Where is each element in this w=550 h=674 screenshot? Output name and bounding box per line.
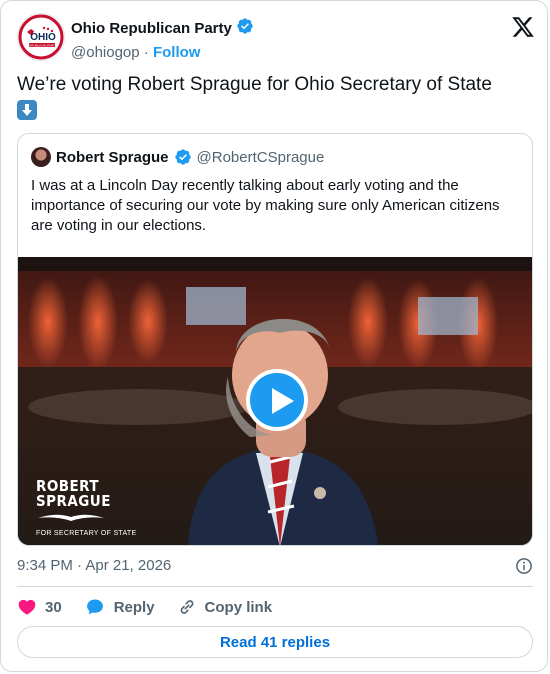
author-name[interactable]: Ohio Republican Party bbox=[71, 19, 232, 39]
quoted-author-name[interactable]: Robert Sprague bbox=[56, 149, 169, 166]
author-handle[interactable]: @ohiogop bbox=[71, 44, 140, 61]
like-count: 30 bbox=[45, 598, 62, 616]
video-player[interactable]: ROBERT SPRAGUE FOR SECRETARY OF STATE bbox=[18, 257, 532, 545]
svg-text:OHIO: OHIO bbox=[30, 32, 56, 43]
video-overlay-logo: ROBERT SPRAGUE FOR SECRETARY OF STATE bbox=[36, 479, 137, 538]
separator-dot: · bbox=[143, 44, 149, 61]
info-icon[interactable] bbox=[515, 557, 533, 575]
divider bbox=[17, 586, 533, 587]
play-button[interactable] bbox=[246, 369, 308, 431]
copy-link-button[interactable]: Copy link bbox=[177, 597, 273, 617]
overlay-title-line-2: SPRAGUE bbox=[36, 492, 111, 510]
author-avatar[interactable]: OHIO REPUBLICAN PARTY bbox=[17, 13, 65, 61]
link-icon bbox=[180, 600, 193, 614]
quoted-author-handle[interactable]: @RobertCSprague bbox=[197, 149, 325, 166]
timestamp-row: 9:34 PM · Apr 21, 2026 bbox=[17, 557, 533, 577]
quoted-author-avatar[interactable] bbox=[31, 147, 51, 167]
post-text-body: We’re voting Robert Sprague for Ohio Sec… bbox=[17, 74, 492, 95]
embedded-post-card: OHIO REPUBLICAN PARTY Ohio Republican Pa… bbox=[0, 0, 548, 672]
copy-link-label: Copy link bbox=[204, 598, 273, 616]
heart-icon bbox=[18, 599, 36, 615]
verified-badge-icon bbox=[236, 17, 254, 41]
svg-text:REPUBLICAN PARTY: REPUBLICAN PARTY bbox=[27, 43, 57, 47]
down-arrow-icon bbox=[17, 100, 37, 121]
quoted-post-text: I was at a Lincoln Day recently talking … bbox=[31, 177, 500, 234]
post-timestamp[interactable]: 9:34 PM · Apr 21, 2026 bbox=[17, 557, 171, 574]
reply-label: Reply bbox=[113, 598, 155, 616]
post-text: We’re voting Robert Sprague for Ohio Sec… bbox=[17, 73, 527, 121]
x-logo-icon[interactable] bbox=[511, 15, 535, 39]
quoted-post[interactable]: Robert Sprague @RobertCSprague I was at … bbox=[17, 133, 533, 546]
follow-button[interactable]: Follow bbox=[153, 44, 201, 61]
reply-bubble-icon bbox=[86, 599, 103, 615]
like-button[interactable]: 30 bbox=[17, 597, 62, 617]
read-replies-button[interactable]: Read 41 replies bbox=[17, 626, 533, 658]
overlay-subtitle: FOR SECRETARY OF STATE bbox=[36, 530, 137, 537]
post-header: OHIO REPUBLICAN PARTY Ohio Republican Pa… bbox=[17, 13, 535, 63]
quoted-verified-badge-icon bbox=[174, 148, 192, 167]
action-bar: 30 Reply Copy link bbox=[17, 596, 294, 618]
quoted-post-header: Robert Sprague @RobertCSprague bbox=[31, 147, 324, 167]
reply-button[interactable]: Reply bbox=[84, 597, 155, 617]
eagle-icon bbox=[38, 514, 104, 521]
